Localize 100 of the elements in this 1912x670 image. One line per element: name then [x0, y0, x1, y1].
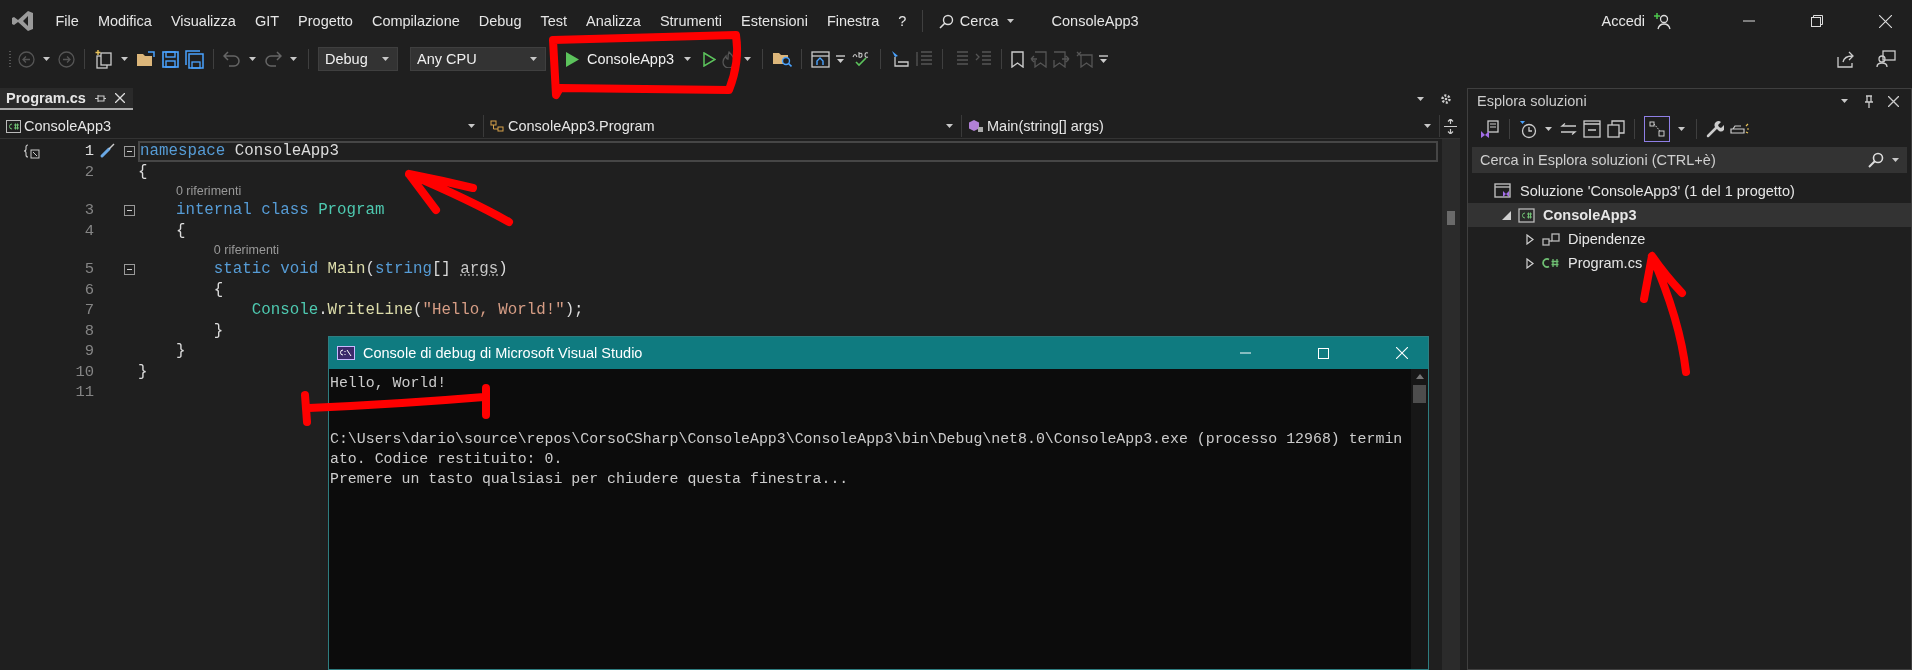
code-line: {	[174, 221, 186, 240]
caret-icon[interactable]	[290, 57, 297, 61]
tab-list-icon[interactable]	[1417, 97, 1424, 101]
collapse-icon[interactable]	[123, 145, 135, 157]
restore-icon[interactable]	[1811, 15, 1823, 27]
tree-item-label: Program.cs	[1568, 255, 1643, 271]
screwdriver-icon[interactable]	[99, 143, 115, 160]
show-all-files-button[interactable]	[1644, 116, 1670, 142]
collapse-icon[interactable]	[123, 204, 135, 216]
code-line: Console.WriteLine("Hello, World!");	[250, 301, 584, 320]
menu-item[interactable]: Finestra	[817, 13, 889, 29]
overflow-icon[interactable]	[836, 55, 846, 63]
feedback-icon[interactable]	[1876, 50, 1896, 68]
caret-icon[interactable]	[121, 57, 128, 61]
caret-icon[interactable]	[1424, 124, 1431, 128]
close-icon[interactable]	[1879, 14, 1892, 28]
menu-item[interactable]: Progetto	[288, 13, 363, 29]
wrench-icon[interactable]	[1706, 120, 1724, 138]
caret-icon[interactable]	[684, 57, 692, 61]
close-icon[interactable]	[114, 93, 125, 103]
tree-item[interactable]: Program.cs	[1468, 251, 1911, 275]
collapsed-icon[interactable]	[1526, 257, 1534, 269]
navigation-dropdown[interactable]: ConsoleApp3.Program	[484, 115, 962, 137]
history-icon[interactable]	[1519, 119, 1537, 139]
menu-item[interactable]: GIT	[245, 13, 289, 29]
close-icon[interactable]	[1888, 95, 1899, 107]
add-account-icon[interactable]	[1653, 12, 1671, 30]
overflow-icon[interactable]	[1099, 55, 1109, 63]
share-icon[interactable]	[1837, 50, 1856, 68]
start-button[interactable]: ConsoleApp3	[562, 51, 698, 67]
cursor-icon[interactable]	[890, 50, 911, 68]
scrollbar[interactable]	[1442, 139, 1460, 670]
menu-item[interactable]: ?	[888, 13, 916, 29]
copy-icon[interactable]	[1607, 120, 1625, 138]
caret-icon[interactable]	[43, 57, 50, 61]
code-line: }	[174, 342, 186, 361]
new-item-icon[interactable]	[94, 49, 113, 69]
menu-item[interactable]: File	[46, 13, 89, 29]
menu-item[interactable]: Compilazione	[362, 13, 470, 29]
window-icon[interactable]	[811, 50, 831, 68]
tree-item[interactable]: ConsoleApp3	[1468, 203, 1911, 227]
solution-view-icon[interactable]	[1480, 119, 1500, 139]
menu-item[interactable]: Estensioni	[731, 13, 818, 29]
search-button[interactable]: Cerca	[932, 13, 1022, 29]
caret-icon[interactable]	[1892, 158, 1899, 162]
codelens-text[interactable]: 0 riferimenti	[175, 184, 242, 198]
save-icon[interactable]	[162, 50, 179, 68]
menu-item[interactable]: Visualizza	[161, 13, 246, 29]
open-folder-icon[interactable]	[136, 50, 156, 68]
pin-icon[interactable]	[94, 92, 106, 104]
play-outline-icon[interactable]	[703, 51, 717, 67]
caret-icon[interactable]	[946, 124, 953, 128]
settings-icon[interactable]	[1440, 93, 1452, 105]
bookmark-icon[interactable]	[1011, 50, 1025, 68]
redo-icon[interactable]	[264, 50, 282, 68]
preview-icon[interactable]	[1730, 123, 1750, 135]
sync-icon[interactable]	[1560, 123, 1577, 135]
app-logo-icon	[12, 10, 34, 32]
tree-item[interactable]: Soluzione 'ConsoleApp3' (1 del 1 progetto)	[1468, 179, 1911, 203]
collapse-all-icon[interactable]	[1583, 120, 1601, 138]
caret-icon[interactable]	[468, 124, 475, 128]
code-line: internal class Program	[174, 201, 385, 220]
split-icon[interactable]	[1444, 118, 1457, 134]
navigation-dropdown[interactable]: Main(string[] args)	[962, 115, 1440, 137]
folder-search-icon[interactable]	[772, 50, 793, 68]
caret-icon[interactable]	[1678, 127, 1685, 131]
search-field[interactable]: Cerca in Esplora soluzioni (CTRL+è)	[1472, 147, 1862, 173]
codelens-text[interactable]: 0 riferimenti	[213, 243, 280, 257]
collapse-icon[interactable]	[123, 263, 135, 275]
code-element-icon	[22, 143, 40, 159]
menu-item[interactable]: Debug	[469, 13, 531, 29]
caret-icon[interactable]	[530, 57, 537, 61]
caret-icon[interactable]	[1006, 19, 1014, 23]
expanded-icon[interactable]	[1501, 210, 1511, 220]
caret-icon[interactable]	[249, 57, 256, 61]
caret-icon[interactable]	[382, 57, 389, 61]
caret-icon[interactable]	[744, 57, 752, 61]
menu-item[interactable]: Strumenti	[650, 13, 732, 29]
search-options-button[interactable]	[1862, 147, 1907, 173]
save-all-icon[interactable]	[185, 49, 204, 69]
scroll-thumb[interactable]	[1413, 385, 1426, 403]
maximize-icon[interactable]	[1318, 347, 1329, 359]
tree-item[interactable]: Dipendenze	[1468, 227, 1911, 251]
caret-icon[interactable]	[1545, 127, 1552, 131]
line-number: 8	[83, 321, 94, 340]
platform-dropdown[interactable]: Any CPU	[410, 47, 546, 71]
search-icon	[1868, 152, 1884, 168]
configuration-dropdown[interactable]: Debug	[318, 47, 398, 71]
menu-item[interactable]: Test	[531, 13, 577, 29]
undo-icon[interactable]	[223, 50, 241, 68]
scrollbar[interactable]	[1411, 369, 1428, 669]
navigation-dropdown[interactable]: ConsoleApp3	[0, 115, 484, 137]
sign-in-link[interactable]: Accedi	[1601, 13, 1645, 29]
scroll-up-icon[interactable]	[1415, 374, 1424, 379]
menu-item[interactable]: Analizza	[576, 13, 651, 29]
editor-tab[interactable]: Program.cs	[0, 88, 133, 110]
window-menu-icon[interactable]	[1841, 99, 1848, 103]
pin-icon[interactable]	[1864, 94, 1874, 108]
menu-item[interactable]: Modifica	[88, 13, 162, 29]
collapsed-icon[interactable]	[1526, 233, 1534, 245]
